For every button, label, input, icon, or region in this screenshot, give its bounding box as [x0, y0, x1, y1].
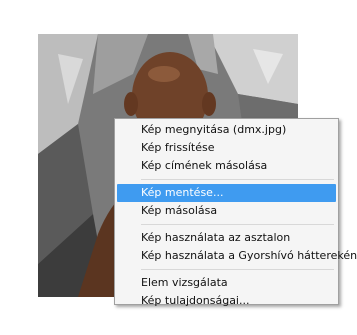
menu-item-use-as-desktop[interactable]: Kép használata az asztalon [117, 229, 336, 247]
menu-item-image-properties[interactable]: Kép tulajdonságai... [117, 292, 336, 310]
menu-item-copy-image-address[interactable]: Kép címének másolása [117, 157, 336, 175]
menu-item-inspect-element[interactable]: Elem vizsgálata [117, 274, 336, 292]
menu-separator [141, 269, 334, 270]
image-context-menu: Kép megnyitása (dmx.jpg) Kép frissítése … [114, 118, 357, 307]
menu-item-open-image[interactable]: Kép megnyitása (dmx.jpg) [117, 121, 336, 139]
menu-item-copy-image[interactable]: Kép másolása [117, 202, 336, 220]
menu-item-reload-image[interactable]: Kép frissítése [117, 139, 336, 157]
menu-separator [141, 224, 334, 225]
menu-item-save-image[interactable]: Kép mentése... [117, 184, 336, 202]
browser-viewport: Kép megnyitása (dmx.jpg) Kép frissítése … [0, 0, 357, 335]
menu-separator [141, 179, 334, 180]
menu-item-use-as-speed-dial-background[interactable]: Kép használata a Gyorshívó háttereként [117, 247, 357, 265]
